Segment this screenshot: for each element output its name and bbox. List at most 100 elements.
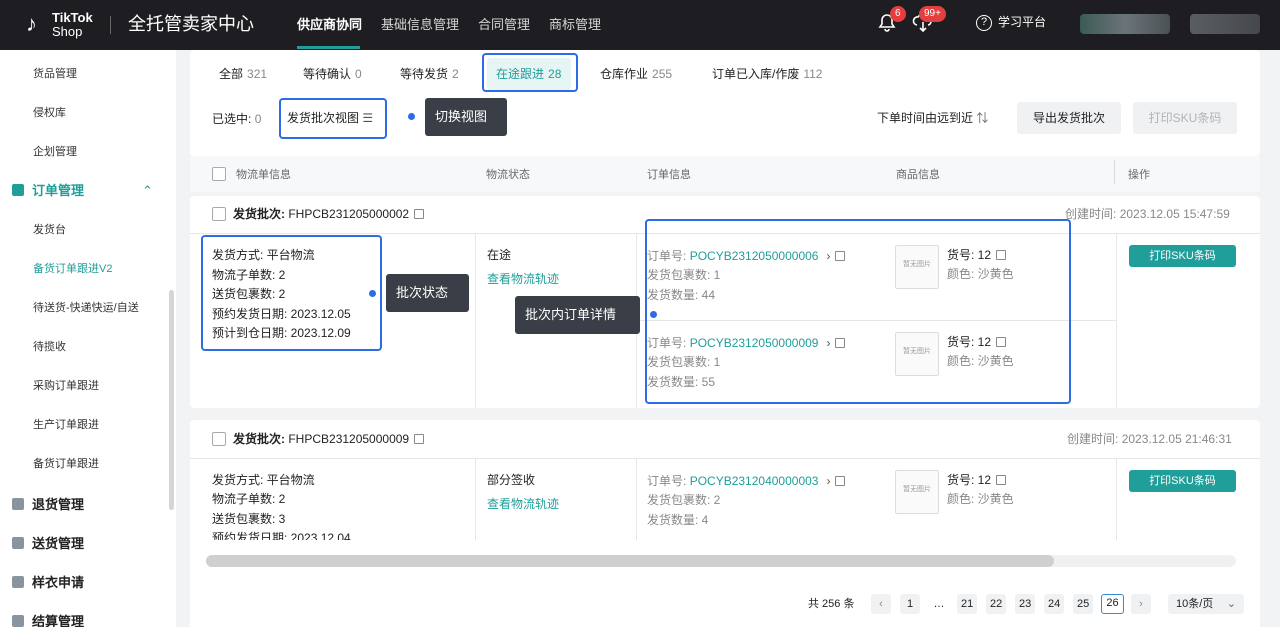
- learning-platform-link[interactable]: ? 学习平台: [976, 13, 1046, 31]
- sub-order-count: 物流子单数: 2: [212, 492, 286, 506]
- nav-basic-info[interactable]: 基础信息管理: [381, 16, 459, 34]
- sidebar-group-returns[interactable]: 退货管理: [12, 496, 84, 514]
- page-button-current[interactable]: 26: [1101, 594, 1124, 614]
- tab-pending-ship[interactable]: 等待发货 2: [400, 66, 459, 82]
- page-button[interactable]: 24: [1044, 594, 1065, 614]
- sidebar-item-stock-order-v2[interactable]: 备货订单跟进V2: [33, 261, 112, 277]
- tab-all[interactable]: 全部 321: [219, 66, 267, 82]
- created-at: 2023.12.05 15:47:59: [1119, 207, 1230, 221]
- page-button[interactable]: 1: [900, 594, 920, 614]
- chevron-right-icon[interactable]: ›: [826, 473, 830, 489]
- chevron-down-icon: ⌄: [1226, 598, 1236, 610]
- header-action: 操作: [1128, 169, 1150, 181]
- header-order: 订单信息: [647, 169, 691, 181]
- batch-label: 发货批次:: [233, 207, 285, 221]
- selected-label: 已选中:: [212, 112, 252, 126]
- tab-stored-voided-label: 订单已入库/作废: [712, 67, 800, 81]
- nav-active-underline: [297, 46, 360, 49]
- horizontal-scrollbar[interactable]: [206, 555, 1236, 567]
- sidebar-item-goods[interactable]: 货品管理: [33, 66, 77, 82]
- nav-trademark[interactable]: 商标管理: [549, 16, 601, 34]
- batch-title: 发货批次: FHPCB231205000002: [233, 206, 425, 222]
- header-divider: [1114, 160, 1115, 184]
- track-logistics-link[interactable]: 查看物流轨迹: [487, 271, 559, 287]
- prev-page-button[interactable]: ‹: [871, 594, 891, 614]
- tab-stored-voided[interactable]: 订单已入库/作废 112: [712, 66, 822, 82]
- print-sku-row-button[interactable]: 打印SKU条码: [1129, 245, 1236, 267]
- select-all-checkbox[interactable]: [212, 167, 226, 181]
- sidebar-item-pending-pickup[interactable]: 待揽收: [33, 339, 66, 355]
- app-title: 全托管卖家中心: [128, 14, 254, 34]
- divider: [475, 234, 476, 408]
- page-button[interactable]: 23: [1015, 594, 1036, 614]
- sidebar-item-planning[interactable]: 企划管理: [33, 144, 77, 160]
- account-name-blurred[interactable]: [1080, 14, 1170, 34]
- page-size-label: 10条/页: [1176, 598, 1214, 610]
- sidebar-item-infringement[interactable]: 侵权库: [33, 105, 66, 121]
- sort-icon: ⇅: [976, 111, 989, 125]
- sidebar-scrollbar[interactable]: [169, 290, 174, 510]
- settlement-icon: [12, 615, 24, 627]
- divider: [636, 459, 637, 540]
- batch-checkbox[interactable]: [212, 207, 226, 221]
- sort-toggle[interactable]: 下单时间由远到近 ⇅: [877, 110, 988, 126]
- scrollbar-thumb[interactable]: [206, 555, 1054, 567]
- highlight-tab-in-transit: [482, 53, 578, 92]
- print-sku-button[interactable]: 打印SKU条码: [1133, 102, 1237, 134]
- tab-pending-confirm[interactable]: 等待确认 0: [303, 66, 362, 82]
- sidebar-item-shipping-desk[interactable]: 发货台: [33, 222, 66, 238]
- order-icon: [12, 184, 24, 196]
- sidebar-group-samples-label: 样衣申请: [32, 575, 85, 590]
- copy-icon[interactable]: [996, 475, 1007, 485]
- page-button[interactable]: 25: [1073, 594, 1094, 614]
- print-sku-row-button[interactable]: 打印SKU条码: [1129, 470, 1236, 492]
- order-quantity: 发货数量: 4: [647, 513, 709, 527]
- divider: [1116, 459, 1117, 540]
- sidebar-group-settlement[interactable]: 结算管理: [12, 613, 84, 627]
- batch-checkbox[interactable]: [212, 432, 226, 446]
- return-icon: [12, 498, 24, 510]
- page-size-select[interactable]: 10条/页 ⌄: [1168, 594, 1244, 614]
- highlight-view-switch: [279, 98, 387, 139]
- copy-icon[interactable]: [414, 209, 425, 219]
- sidebar-item-production-tracking[interactable]: 生产订单跟进: [33, 417, 99, 433]
- sidebar-group-samples[interactable]: 样衣申请: [12, 574, 84, 592]
- sidebar-item-pending-delivery[interactable]: 待送货-快递快运/自送: [33, 300, 139, 316]
- nav-contract[interactable]: 合同管理: [478, 16, 530, 34]
- sidebar-group-returns-label: 退货管理: [32, 497, 85, 512]
- created-label: 创建时间:: [1067, 432, 1119, 446]
- batch-title: 发货批次: FHPCB231205000009: [233, 431, 425, 447]
- copy-icon[interactable]: [414, 434, 425, 444]
- annotation-dot: [369, 290, 376, 297]
- export-batches-button[interactable]: 导出发货批次: [1017, 102, 1121, 134]
- tab-pending-confirm-label: 等待确认: [303, 67, 352, 81]
- sidebar-group-delivery[interactable]: 送货管理: [12, 535, 84, 553]
- tiktok-shop-logo[interactable]: ♪ TikTok Shop: [26, 10, 98, 40]
- tab-warehouse-count: 255: [652, 67, 673, 81]
- page-button[interactable]: 22: [986, 594, 1007, 614]
- track-logistics-link[interactable]: 查看物流轨迹: [487, 496, 559, 512]
- account-menu-blurred[interactable]: [1190, 14, 1260, 34]
- tab-warehouse[interactable]: 仓库作业 255: [600, 66, 672, 82]
- sidebar-item-purchase-tracking[interactable]: 采购订单跟进: [33, 378, 99, 394]
- sidebar-group-orders[interactable]: 订单管理 ⌃: [12, 182, 153, 200]
- tab-all-label: 全部: [219, 67, 244, 81]
- tab-all-count: 321: [247, 67, 268, 81]
- annotation-batch-status: 批次状态: [386, 274, 469, 312]
- next-page-button[interactable]: ›: [1131, 594, 1151, 614]
- header-status: 物流状态: [486, 169, 530, 181]
- chevron-up-icon: ⌃: [142, 183, 153, 198]
- nav-supplier-collab[interactable]: 供应商协同: [297, 16, 362, 34]
- batch-label: 发货批次:: [233, 432, 285, 446]
- shipping-method: 发货方式: 平台物流: [212, 473, 315, 487]
- footer-area: [190, 540, 1260, 627]
- annotation-dot: [408, 113, 415, 120]
- page-ellipsis[interactable]: …: [929, 594, 949, 614]
- sidebar-group-delivery-label: 送货管理: [32, 536, 85, 551]
- copy-icon[interactable]: [835, 476, 846, 486]
- sidebar-item-stock-order[interactable]: 备货订单跟进: [33, 456, 99, 472]
- order-id-link[interactable]: POCYB2312040000003: [690, 474, 819, 488]
- page-button[interactable]: 21: [957, 594, 978, 614]
- layers-icon: [12, 576, 24, 588]
- product-thumbnail[interactable]: 暂无图片: [895, 470, 939, 514]
